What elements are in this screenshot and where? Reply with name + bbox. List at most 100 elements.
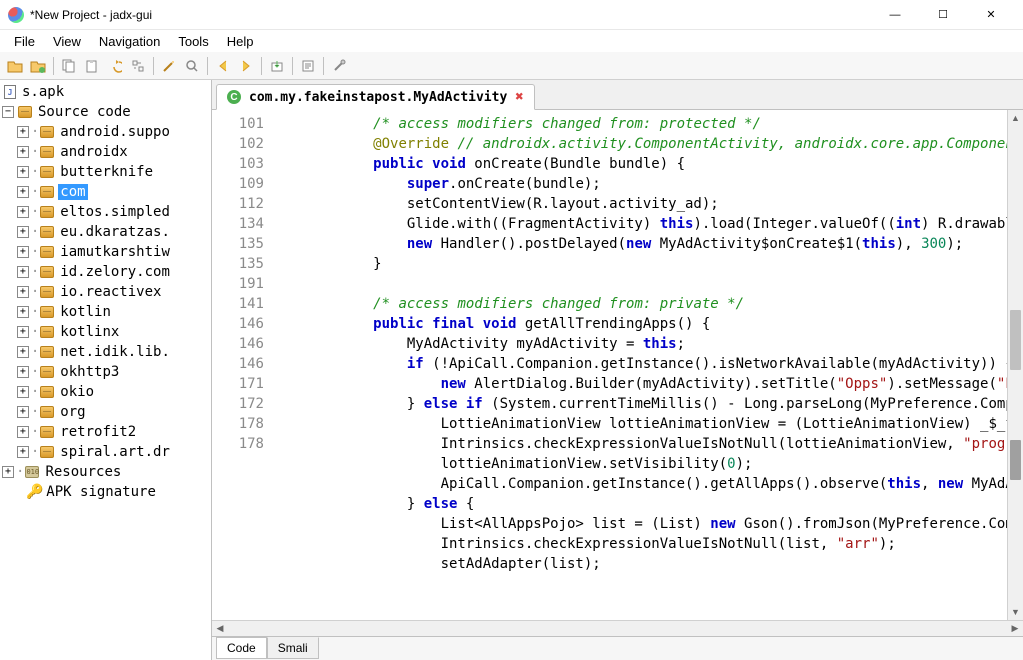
log-icon[interactable]	[297, 55, 319, 77]
package-node[interactable]: androidx	[58, 144, 129, 160]
package-node[interactable]: eltos.simpled	[58, 204, 172, 220]
tree-package-id-zelory-com[interactable]: +·id.zelory.com	[0, 262, 211, 282]
editor-pane: C com.my.fakeinstapost.MyAdActivity ✖ 10…	[212, 80, 1023, 660]
back-icon[interactable]	[212, 55, 234, 77]
expander-icon[interactable]: +	[17, 326, 29, 338]
expander-icon[interactable]: +	[17, 386, 29, 398]
tree-package-iamutkarshtiw[interactable]: +·iamutkarshtiw	[0, 242, 211, 262]
expander-icon[interactable]: +	[2, 466, 14, 478]
menu-view[interactable]: View	[45, 32, 89, 51]
tree-package-eltos-simpled[interactable]: +·eltos.simpled	[0, 202, 211, 222]
scroll-right-icon[interactable]: ▶	[1007, 623, 1023, 634]
vertical-scrollbar[interactable]: ▲ ▼	[1007, 110, 1023, 620]
package-node[interactable]: io.reactivex	[58, 284, 163, 300]
apk-signature-node[interactable]: APK signature	[44, 484, 158, 500]
tree-package-kotlin[interactable]: +·kotlin	[0, 302, 211, 322]
settings-icon[interactable]	[328, 55, 350, 77]
tree-package-io-reactivex[interactable]: +·io.reactivex	[0, 282, 211, 302]
tree-package-butterknife[interactable]: +·butterknife	[0, 162, 211, 182]
tree-root[interactable]: s.apk	[20, 84, 66, 100]
maximize-button[interactable]: ☐	[929, 5, 957, 25]
copy-icon[interactable]	[58, 55, 80, 77]
export-icon[interactable]	[266, 55, 288, 77]
expander-icon[interactable]: +	[17, 406, 29, 418]
menu-file[interactable]: File	[6, 32, 43, 51]
expander-icon[interactable]: +	[17, 286, 29, 298]
code-text[interactable]: /* access modifiers changed from: protec…	[272, 110, 1007, 620]
tree-package-org[interactable]: +·org	[0, 402, 211, 422]
tree-package-okhttp3[interactable]: +·okhttp3	[0, 362, 211, 382]
expander-icon[interactable]: +	[17, 346, 29, 358]
expander-icon[interactable]: +	[17, 306, 29, 318]
close-button[interactable]: ✕	[977, 5, 1005, 25]
tree-package-android-suppo[interactable]: +·android.suppo	[0, 122, 211, 142]
tree-package-com[interactable]: +·com	[0, 182, 211, 202]
package-node[interactable]: com	[58, 184, 87, 200]
tree-package-eu-dkaratzas-[interactable]: +·eu.dkaratzas.	[0, 222, 211, 242]
scroll-up-icon[interactable]: ▲	[1008, 110, 1023, 126]
open-file-icon[interactable]	[4, 55, 26, 77]
horizontal-scrollbar[interactable]: ◀ ▶	[212, 620, 1023, 636]
package-node[interactable]: net.idik.lib.	[58, 344, 172, 360]
window-title: *New Project - jadx-gui	[30, 8, 881, 22]
undo-icon[interactable]	[104, 55, 126, 77]
resources-node[interactable]: Resources	[43, 464, 123, 480]
scroll-down-icon[interactable]: ▼	[1008, 604, 1023, 620]
wand-icon[interactable]	[158, 55, 180, 77]
expander-icon[interactable]: +	[17, 226, 29, 238]
class-icon: C	[227, 90, 241, 104]
scroll-left-icon[interactable]: ◀	[212, 623, 228, 634]
close-tab-icon[interactable]: ✖	[515, 89, 523, 105]
package-node[interactable]: org	[58, 404, 87, 420]
tab-smali[interactable]: Smali	[267, 637, 319, 659]
expander-icon[interactable]: +	[17, 426, 29, 438]
open-project-icon[interactable]	[27, 55, 49, 77]
code-area[interactable]: 101 102 103 109 112 134 135 135 191 141 …	[212, 110, 1023, 620]
package-node[interactable]: eu.dkaratzas.	[58, 224, 172, 240]
expander-icon[interactable]: +	[17, 266, 29, 278]
tree-package-spiral-art-dr[interactable]: +·spiral.art.dr	[0, 442, 211, 462]
package-node[interactable]: android.suppo	[58, 124, 172, 140]
package-node[interactable]: kotlinx	[58, 324, 121, 340]
package-node[interactable]: iamutkarshtiw	[58, 244, 172, 260]
expander-icon[interactable]: +	[17, 446, 29, 458]
tab-code[interactable]: Code	[216, 637, 267, 659]
tree-package-retrofit2[interactable]: +·retrofit2	[0, 422, 211, 442]
expander-icon[interactable]: +	[17, 246, 29, 258]
package-node[interactable]: id.zelory.com	[58, 264, 172, 280]
menu-help[interactable]: Help	[219, 32, 262, 51]
package-icon	[40, 186, 54, 198]
expander-icon[interactable]: +	[17, 126, 29, 138]
search-icon[interactable]	[181, 55, 203, 77]
expander-icon[interactable]: +	[17, 206, 29, 218]
scroll-thumb-secondary[interactable]	[1010, 440, 1021, 480]
package-node[interactable]: retrofit2	[58, 424, 138, 440]
editor-tab[interactable]: C com.my.fakeinstapost.MyAdActivity ✖	[216, 84, 535, 110]
package-node[interactable]: okhttp3	[58, 364, 121, 380]
source-code-node[interactable]: Source code	[36, 104, 133, 120]
package-node[interactable]: butterknife	[58, 164, 155, 180]
expander-icon[interactable]: +	[17, 186, 29, 198]
tree-package-okio[interactable]: +·okio	[0, 382, 211, 402]
package-tree[interactable]: Js.apk−Source code +·android.suppo +·and…	[0, 80, 212, 660]
expander-icon[interactable]: +	[17, 366, 29, 378]
package-icon	[40, 426, 54, 438]
minimize-button[interactable]: —	[881, 5, 909, 25]
package-node[interactable]: spiral.art.dr	[58, 444, 172, 460]
scroll-thumb[interactable]	[1010, 310, 1021, 370]
tree-package-kotlinx[interactable]: +·kotlinx	[0, 322, 211, 342]
package-node[interactable]: kotlin	[58, 304, 113, 320]
menu-tools[interactable]: Tools	[170, 32, 216, 51]
expander-icon[interactable]: +	[17, 146, 29, 158]
forward-icon[interactable]	[235, 55, 257, 77]
tree-package-androidx[interactable]: +·androidx	[0, 142, 211, 162]
title-bar: *New Project - jadx-gui — ☐ ✕	[0, 0, 1023, 30]
expander-icon[interactable]: +	[17, 166, 29, 178]
package-icon	[40, 386, 54, 398]
tree-package-net-idik-lib-[interactable]: +·net.idik.lib.	[0, 342, 211, 362]
paste-icon[interactable]	[81, 55, 103, 77]
sync-icon[interactable]	[127, 55, 149, 77]
menu-navigation[interactable]: Navigation	[91, 32, 168, 51]
package-node[interactable]: okio	[58, 384, 96, 400]
expander-icon[interactable]: −	[2, 106, 14, 118]
